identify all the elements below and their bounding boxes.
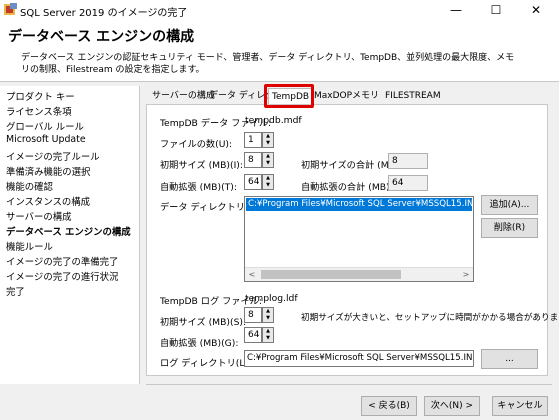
autogrowth-total-label: 自動拡張の合計 (MB):: [301, 182, 393, 193]
window-title: SQL Server 2019 のイメージの完了: [20, 8, 188, 19]
initial-total-value: 8: [388, 153, 428, 169]
initial-size-label: 初期サイズ (MB)(I):: [160, 160, 243, 171]
log-initial-size-input[interactable]: 8: [244, 307, 262, 323]
sidebar-item-complete-image-rules[interactable]: イメージの完了ルール: [6, 149, 100, 163]
next-button[interactable]: 次へ(N) >: [424, 396, 480, 416]
sidebar-item-instance-config[interactable]: インスタンスの構成: [6, 194, 90, 208]
back-button[interactable]: < 戻る(B): [361, 396, 417, 416]
spin-down-icon[interactable]: ▼: [263, 315, 273, 322]
log-autogrowth-spinner[interactable]: ▲ ▼: [262, 327, 274, 343]
sidebar-item-license-terms[interactable]: ライセンス条項: [6, 104, 71, 118]
sidebar: プロダクト キー ライセンス条項 グローバル ルール Microsoft Upd…: [0, 86, 140, 396]
data-file-value: tempdb.mdf: [245, 115, 302, 126]
file-count-input[interactable]: 1: [244, 132, 262, 148]
autogrowth-input[interactable]: 64: [244, 174, 262, 190]
sidebar-item-prepared-features[interactable]: 準備済み機能の選択: [6, 164, 90, 178]
tab-memory[interactable]: メモリ: [350, 88, 381, 104]
page-description: データベース エンジンの認証セキュリティ モード、管理者、データ ディレクトリ、…: [21, 53, 515, 75]
sidebar-item-microsoft-update[interactable]: Microsoft Update: [6, 134, 86, 145]
spin-down-icon[interactable]: ▼: [263, 182, 273, 189]
autogrowth-label: 自動拡張 (MB)(T):: [160, 182, 237, 193]
log-file-value: templog.ldf: [245, 293, 298, 304]
list-item[interactable]: C:¥Program Files¥Microsoft SQL Server¥MS…: [246, 198, 472, 211]
minimize-button[interactable]: —: [436, 0, 476, 20]
sidebar-item-feature-rules[interactable]: 機能ルール: [6, 239, 53, 253]
spin-up-icon[interactable]: ▲: [263, 175, 273, 182]
initial-size-input[interactable]: 8: [244, 152, 262, 168]
spin-up-icon[interactable]: ▲: [263, 328, 273, 335]
data-directory-list[interactable]: C:¥Program Files¥Microsoft SQL Server¥MS…: [244, 196, 474, 282]
log-initial-size-label: 初期サイズ (MB)(S):: [160, 317, 247, 328]
remove-directory-button[interactable]: 削除(R): [481, 218, 538, 238]
file-count-label: ファイルの数(U):: [160, 139, 233, 150]
log-size-warning: 初期サイズが大きいと、セットアップに時間がかかる場合があります。: [301, 313, 559, 323]
sidebar-item-progress[interactable]: イメージの完了の進行状況: [6, 269, 118, 283]
sidebar-item-server-config[interactable]: サーバーの構成: [6, 209, 72, 223]
spin-up-icon[interactable]: ▲: [263, 308, 273, 315]
scroll-left-icon[interactable]: <: [245, 268, 259, 281]
horizontal-scrollbar[interactable]: < >: [245, 267, 473, 281]
cancel-button[interactable]: キャンセル: [492, 396, 548, 416]
highlight-box: [264, 84, 314, 108]
sidebar-item-database-engine-config[interactable]: データベース エンジンの構成: [6, 224, 131, 238]
scroll-right-icon[interactable]: >: [459, 268, 473, 281]
log-directory-label: ログ ディレクトリ(L):: [160, 358, 252, 369]
log-autogrowth-input[interactable]: 64: [244, 327, 262, 343]
initial-total-label: 初期サイズの合計 (MB):: [301, 160, 402, 171]
sidebar-item-global-rules[interactable]: グローバル ルール: [6, 119, 84, 133]
log-autogrowth-label: 自動拡張 (MB)(G):: [160, 338, 239, 349]
file-count-spinner[interactable]: ▲ ▼: [262, 132, 274, 148]
tab-filestream[interactable]: FILESTREAM: [383, 88, 443, 104]
autogrowth-total-value: 64: [388, 175, 428, 191]
spin-down-icon[interactable]: ▼: [263, 335, 273, 342]
sidebar-item-product-key[interactable]: プロダクト キー: [6, 89, 75, 103]
sidebar-item-complete[interactable]: 完了: [6, 284, 25, 298]
spin-up-icon[interactable]: ▲: [263, 133, 273, 140]
browse-log-directory-button[interactable]: ...: [481, 349, 538, 369]
initial-size-spinner[interactable]: ▲ ▼: [262, 152, 274, 168]
sidebar-item-feature-review[interactable]: 機能の確認: [6, 179, 53, 193]
spin-down-icon[interactable]: ▼: [263, 160, 273, 167]
scroll-thumb[interactable]: [261, 270, 401, 279]
spin-up-icon[interactable]: ▲: [263, 153, 273, 160]
log-initial-size-spinner[interactable]: ▲ ▼: [262, 307, 274, 323]
close-button[interactable]: ✕: [516, 0, 556, 20]
maximize-button[interactable]: ☐: [476, 0, 516, 20]
autogrowth-spinner[interactable]: ▲ ▼: [262, 174, 274, 190]
footer-divider: [146, 384, 552, 385]
page-title: データベース エンジンの構成: [8, 29, 195, 45]
spin-down-icon[interactable]: ▼: [263, 140, 273, 147]
tab-maxdop[interactable]: MaxDOP: [312, 88, 354, 104]
sidebar-item-ready[interactable]: イメージの完了の準備完了: [6, 254, 118, 268]
add-directory-button[interactable]: 追加(A)...: [481, 195, 538, 215]
sql-server-setup-icon: [4, 3, 17, 15]
log-directory-input[interactable]: C:¥Program Files¥Microsoft SQL Server¥MS…: [244, 350, 474, 367]
